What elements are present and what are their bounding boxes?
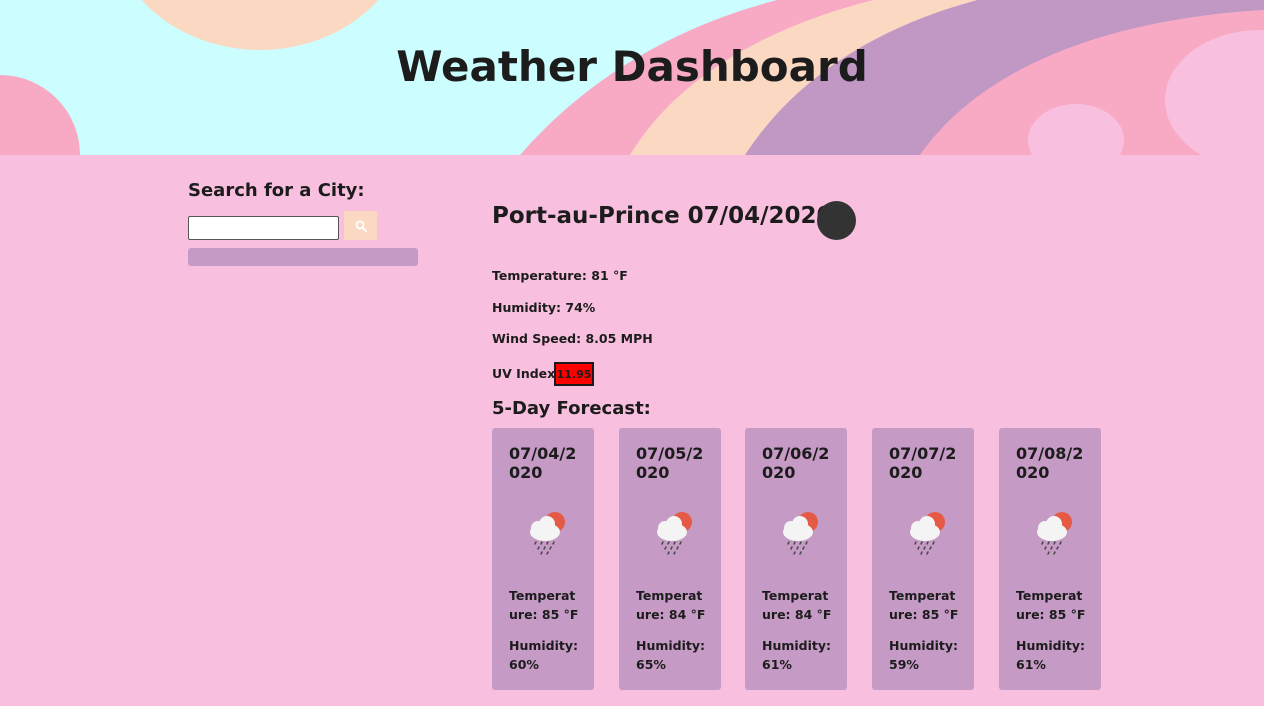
forecast-temperature: Temperature: 85 °F — [1016, 588, 1086, 622]
forecast-humidity: Humidity: 60% — [509, 638, 579, 672]
search-button[interactable] — [344, 211, 377, 240]
header-banner: Weather Dashboard — [0, 0, 1264, 155]
search-icon — [355, 220, 367, 232]
uv-index-label: UV Index: — [492, 366, 561, 381]
current-temperature: Temperature: 81 °F — [492, 268, 628, 283]
forecast-date: 07/06/2020 — [762, 444, 830, 482]
forecast-date: 07/07/2020 — [889, 444, 957, 482]
page-title: Weather Dashboard — [396, 42, 868, 91]
search-history-list[interactable] — [188, 248, 418, 266]
rain-cloud-sun-icon — [1037, 512, 1072, 555]
current-humidity: Humidity: 74% — [492, 300, 596, 315]
forecast-temperature: Temperature: 84 °F — [636, 588, 706, 622]
rain-cloud-sun-icon — [910, 512, 945, 555]
current-city-date: Port-au-Prince 07/04/2020 — [492, 203, 833, 229]
forecast-date: 07/08/2020 — [1016, 444, 1084, 482]
current-weather-icon — [817, 201, 856, 240]
forecast-temperature: Temperature: 84 °F — [762, 588, 832, 622]
forecast-card: 07/08/2020 Temperature: 85 °F Humidity: … — [999, 428, 1101, 690]
forecast-humidity: Humidity: 65% — [636, 638, 706, 672]
forecast-card: 07/06/2020 Temperature: 84 °F Humidity: … — [745, 428, 847, 690]
city-search-input[interactable] — [188, 216, 339, 240]
forecast-heading: 5-Day Forecast: — [492, 398, 651, 419]
rain-cloud-sun-icon — [530, 512, 565, 555]
forecast-card: 07/04/2020 Temperature: 85 °F Humidity: … — [492, 428, 594, 690]
rain-cloud-sun-icon — [657, 512, 692, 555]
forecast-humidity: Humidity: 61% — [762, 638, 832, 672]
forecast-temperature: Temperature: 85 °F — [509, 588, 579, 622]
search-heading: Search for a City: — [188, 180, 365, 201]
forecast-date: 07/04/2020 — [509, 444, 577, 482]
current-wind-speed: Wind Speed: 8.05 MPH — [492, 331, 653, 346]
forecast-card: 07/05/2020 Temperature: 84 °F Humidity: … — [619, 428, 721, 690]
rain-cloud-sun-icon — [783, 512, 818, 555]
uv-index-badge: 11.95 — [554, 362, 594, 386]
forecast-humidity: Humidity: 59% — [889, 638, 959, 672]
forecast-humidity: Humidity: 61% — [1016, 638, 1086, 672]
forecast-date: 07/05/2020 — [636, 444, 704, 482]
forecast-temperature: Temperature: 85 °F — [889, 588, 959, 622]
forecast-card: 07/07/2020 Temperature: 85 °F Humidity: … — [872, 428, 974, 690]
